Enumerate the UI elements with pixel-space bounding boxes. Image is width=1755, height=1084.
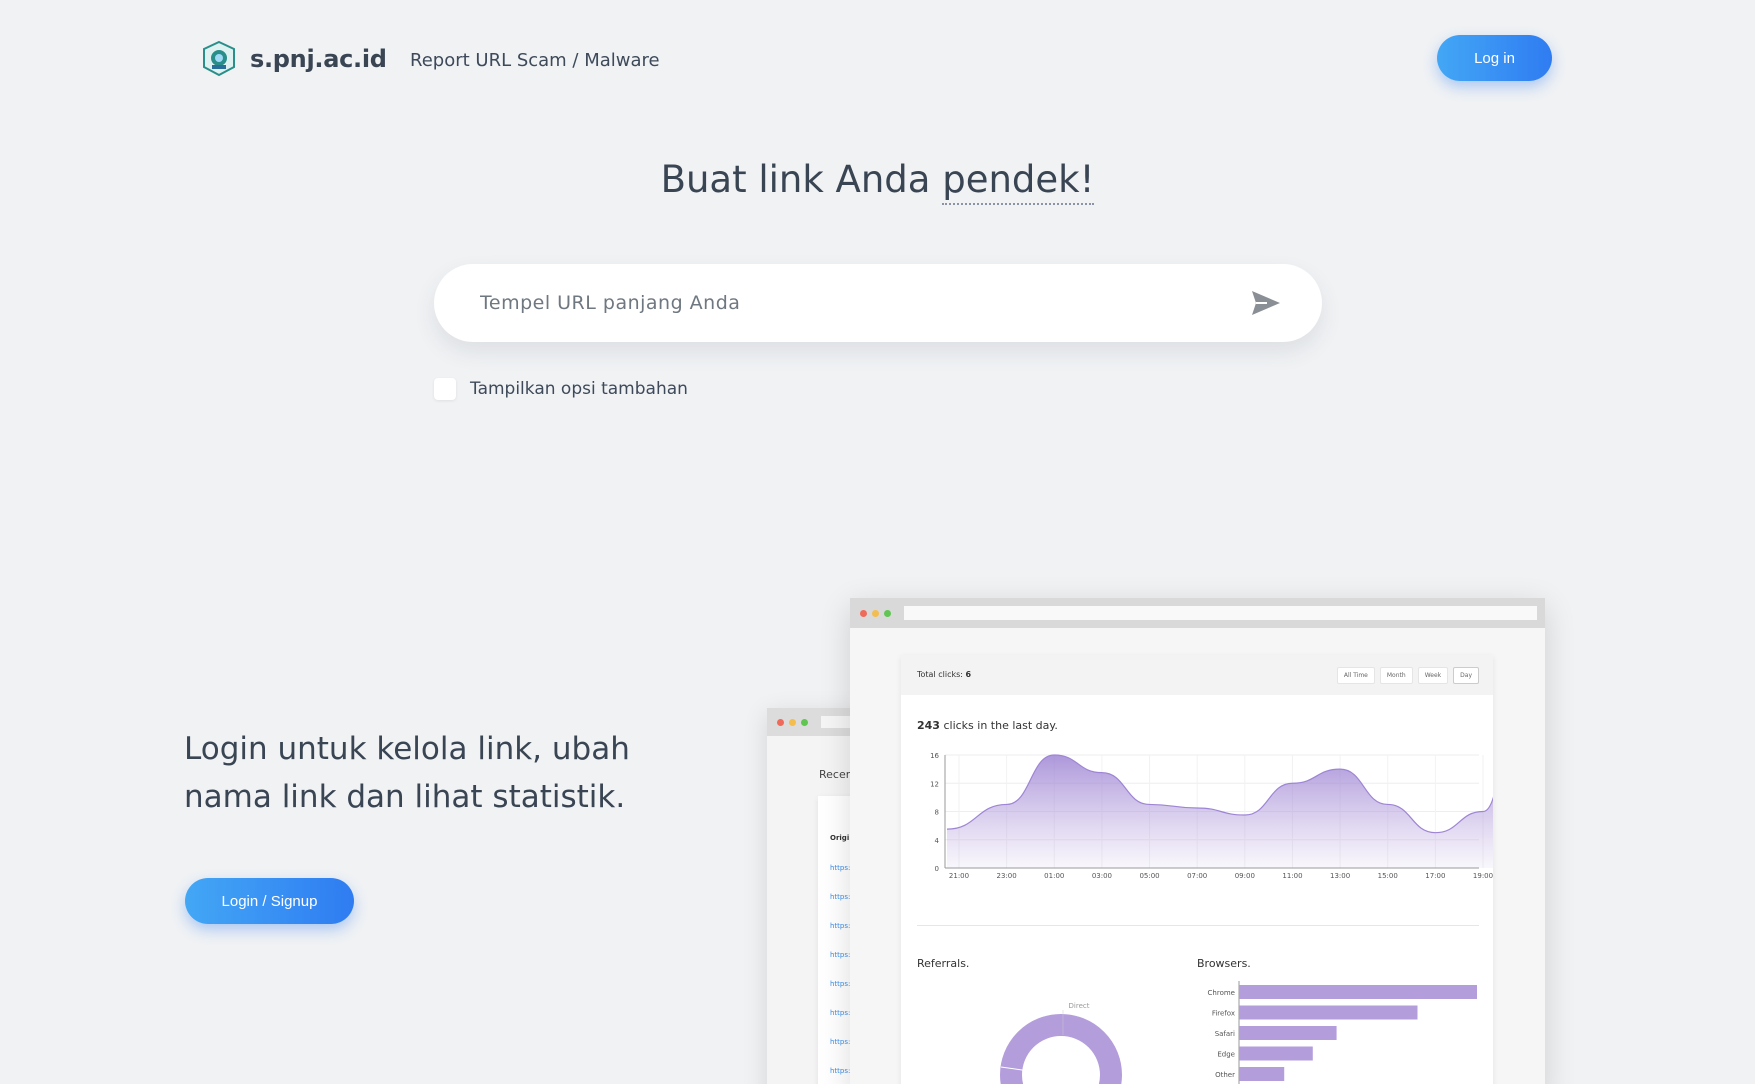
link-item: https: (830, 1009, 851, 1017)
range-week: Week (1417, 667, 1449, 684)
x-tick-label: 15:00 (1378, 872, 1398, 880)
stats-dashboard: Total clicks: 6 All Time Month Week Day … (901, 655, 1493, 1084)
browser-label: Other (1215, 1071, 1235, 1079)
browser-label: Firefox (1212, 1010, 1235, 1018)
referrals-label: Referrals. (917, 957, 970, 970)
link-item: https: (830, 864, 851, 872)
minimize-dot-icon (789, 718, 796, 726)
x-tick-label: 01:00 (1044, 872, 1064, 880)
browsers-label: Browsers. (1197, 957, 1251, 970)
close-dot-icon (777, 718, 784, 726)
close-dot-icon (860, 609, 867, 617)
total-clicks: Total clicks: 6 (917, 670, 971, 679)
x-tick-label: 05:00 (1139, 872, 1159, 880)
range-buttons: All Time Month Week Day (1336, 667, 1479, 684)
x-tick-label: 13:00 (1330, 872, 1350, 880)
clicks-text: clicks in the last day. (939, 719, 1058, 732)
y-tick-label: 8 (935, 809, 939, 817)
link-item: https: (830, 980, 851, 988)
logo[interactable]: s.pnj.ac.id (200, 40, 387, 78)
browser-bar (1239, 1005, 1418, 1020)
hero-title: Buat link Anda pendek! (0, 158, 1755, 205)
link-item: https: (830, 1067, 851, 1075)
x-tick-label: 03:00 (1092, 872, 1112, 880)
browser-bar (1239, 1026, 1337, 1040)
submit-button[interactable] (1246, 283, 1286, 323)
browsers-bar-chart: Chrome Firefox Safari Edge Other (1208, 981, 1477, 1084)
clicks-area-chart: 0 4 8 12 16 21:00 23:00 01:00 03:00 05:00 07:00 09:… (930, 752, 1493, 880)
clicks-summary: 243 clicks in the last day. (917, 719, 1058, 732)
report-scam-link[interactable]: Report URL Scam / Malware (410, 50, 660, 71)
browser-bar (1239, 1046, 1313, 1061)
x-tick-label: 17:00 (1425, 872, 1445, 880)
x-tick-label: 09:00 (1235, 872, 1255, 880)
range-day: Day (1453, 667, 1479, 684)
x-tick-label: 23:00 (997, 872, 1017, 880)
url-input[interactable] (480, 292, 1246, 314)
maximize-dot-icon (801, 718, 808, 726)
y-tick-label: 0 (935, 865, 939, 873)
maximize-dot-icon (884, 609, 891, 617)
address-bar (904, 606, 1537, 620)
x-tick-label: 11:00 (1282, 872, 1302, 880)
divider (917, 925, 1479, 926)
x-tick-label: 07:00 (1187, 872, 1207, 880)
minimize-dot-icon (872, 609, 879, 617)
promo-text: Login untuk kelola link, ubah nama link … (184, 731, 630, 815)
y-tick-label: 16 (930, 752, 939, 760)
link-item: https: (830, 922, 851, 930)
browser-label: Edge (1217, 1051, 1235, 1059)
hero-title-highlight: pendek! (942, 158, 1095, 205)
column-header: Origi (830, 834, 850, 842)
donut-label: Direct (1069, 1002, 1090, 1010)
window-bar (850, 598, 1545, 628)
browser-label: Chrome (1208, 989, 1235, 997)
total-clicks-label: Total clicks: (917, 670, 966, 679)
logo-text: s.pnj.ac.id (250, 45, 387, 73)
x-tick-label: 21:00 (949, 872, 969, 880)
link-item: https: (830, 951, 851, 959)
y-tick-label: 12 (930, 780, 939, 788)
login-button[interactable]: Log in (1437, 35, 1552, 81)
range-all-time: All Time (1336, 667, 1375, 684)
dashboard-header: Total clicks: 6 All Time Month Week Day (901, 655, 1493, 695)
mockup-front-window: Total clicks: 6 All Time Month Week Day … (850, 598, 1545, 1084)
login-signup-button[interactable]: Login / Signup (185, 878, 354, 924)
extra-options-label: Tampilkan opsi tambahan (470, 379, 688, 399)
extra-options-toggle[interactable]: Tampilkan opsi tambahan (434, 378, 688, 400)
x-tick-label: 19:00 (1473, 872, 1493, 880)
url-form (434, 264, 1322, 342)
link-item: https: (830, 1038, 851, 1046)
recent-label: Recen (819, 768, 853, 781)
link-item: https: (830, 893, 851, 901)
extra-options-checkbox[interactable] (434, 378, 456, 400)
browser-label: Safari (1215, 1030, 1235, 1038)
browser-bar (1239, 1067, 1285, 1081)
browser-bar (1239, 985, 1477, 999)
total-clicks-value: 6 (965, 670, 972, 679)
y-tick-label: 4 (935, 837, 940, 845)
logo-icon (203, 40, 235, 77)
donut-slice (1000, 1014, 1122, 1084)
hero-title-prefix: Buat link Anda (660, 158, 943, 201)
referrals-donut-chart: Direct (1000, 1002, 1122, 1084)
header: s.pnj.ac.id Report URL Scam / Malware Lo… (0, 0, 1755, 120)
range-month: Month (1379, 667, 1413, 684)
send-icon (1252, 291, 1280, 315)
clicks-count: 243 (917, 719, 940, 732)
